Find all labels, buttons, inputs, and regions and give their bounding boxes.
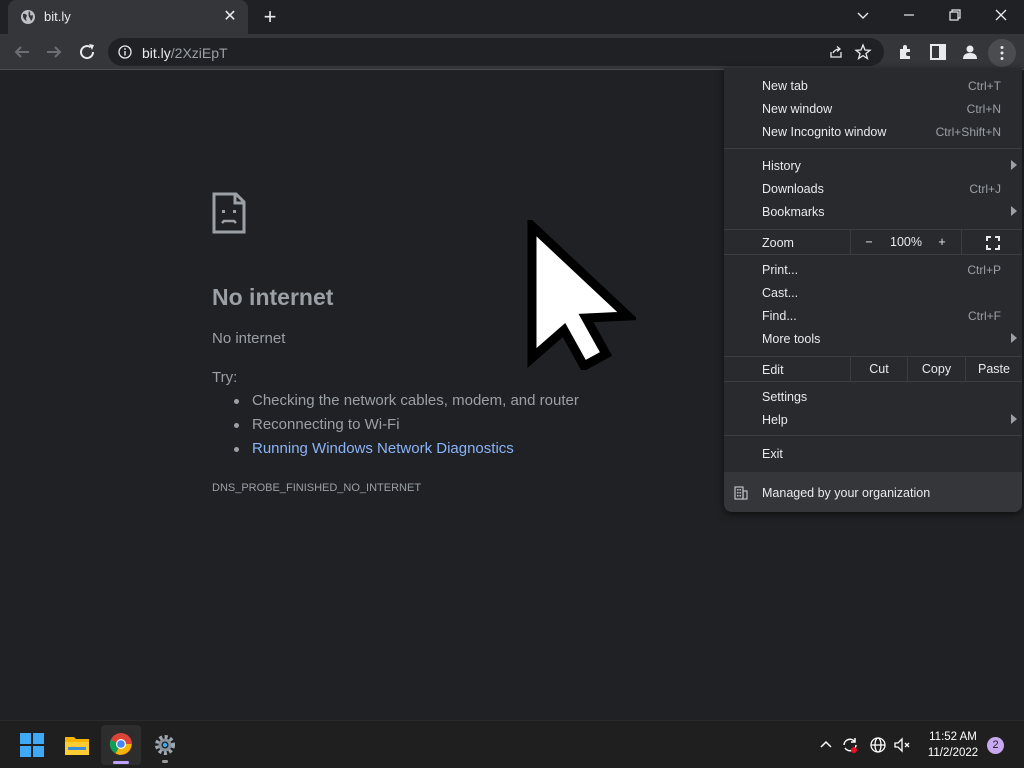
paste-button[interactable]: Paste bbox=[966, 357, 1022, 381]
url-text: bit.ly/2XziEpT bbox=[142, 45, 228, 61]
zoom-label: Zoom bbox=[762, 236, 794, 250]
close-window-icon[interactable] bbox=[978, 0, 1024, 32]
tab-strip: bit.ly ✕ + bbox=[0, 0, 1024, 34]
chrome-menu: New tab Ctrl+T New window Ctrl+N New Incog… bbox=[724, 68, 1022, 512]
suggestion-list: Checking the network cables, modem, and … bbox=[232, 392, 579, 464]
system-clock[interactable]: 11:52 AM 11/2/2022 bbox=[914, 729, 992, 761]
fullscreen-icon[interactable] bbox=[986, 236, 1000, 250]
chevron-right-icon bbox=[1011, 333, 1017, 343]
browser-toolbar: bit.ly/2XziEpT bbox=[0, 34, 1024, 70]
gear-icon bbox=[155, 735, 175, 755]
reload-icon[interactable] bbox=[75, 40, 99, 64]
menu-separator bbox=[724, 435, 1022, 436]
restore-icon[interactable] bbox=[932, 0, 978, 32]
notification-badge[interactable]: 2 bbox=[987, 737, 1004, 754]
menu-button[interactable] bbox=[988, 39, 1016, 67]
speaker-muted-icon[interactable] bbox=[892, 735, 912, 755]
minimize-icon[interactable] bbox=[886, 0, 932, 32]
menu-separator bbox=[724, 148, 1022, 149]
active-indicator bbox=[113, 761, 129, 764]
tab-search-icon[interactable] bbox=[840, 0, 886, 32]
tab-title: bit.ly bbox=[44, 9, 71, 24]
cut-button[interactable]: Cut bbox=[851, 357, 907, 381]
network-diagnostics-link[interactable]: Running Windows Network Diagnostics bbox=[232, 440, 579, 464]
file-explorer-button[interactable] bbox=[57, 725, 97, 765]
try-label: Try: bbox=[212, 369, 238, 386]
folder-icon bbox=[65, 737, 89, 755]
zoom-level: 100% bbox=[890, 235, 922, 249]
clock-time: 11:52 AM bbox=[929, 731, 977, 743]
suggestion-item: Checking the network cables, modem, and … bbox=[232, 392, 579, 416]
info-icon[interactable] bbox=[118, 45, 132, 59]
windows-logo-icon bbox=[20, 733, 44, 757]
chevron-right-icon bbox=[1011, 206, 1017, 216]
menu-item-help[interactable]: Help bbox=[724, 409, 1022, 432]
forward-icon[interactable] bbox=[42, 40, 66, 64]
suggestion-item: Reconnecting to Wi-Fi bbox=[232, 416, 579, 440]
menu-item-print[interactable]: Print... Ctrl+P bbox=[724, 259, 1022, 282]
side-panel-icon[interactable] bbox=[928, 42, 948, 62]
share-icon[interactable] bbox=[828, 44, 844, 60]
network-globe-icon[interactable] bbox=[868, 735, 888, 755]
extensions-icon[interactable] bbox=[896, 42, 916, 62]
sad-page-icon bbox=[212, 192, 246, 234]
menu-item-find[interactable]: Find... Ctrl+F bbox=[724, 305, 1022, 328]
start-button[interactable] bbox=[12, 725, 52, 765]
copy-button[interactable]: Copy bbox=[908, 357, 965, 381]
menu-item-more-tools[interactable]: More tools bbox=[724, 328, 1022, 351]
menu-item-cast[interactable]: Cast... bbox=[724, 282, 1022, 305]
chevron-right-icon bbox=[1011, 160, 1017, 170]
taskbar: 11:52 AM 11/2/2022 2 bbox=[0, 720, 1024, 768]
menu-item-new-tab[interactable]: New tab Ctrl+T bbox=[724, 75, 1022, 98]
edit-row: Edit Cut Copy Paste bbox=[724, 356, 1022, 382]
browser-tab[interactable]: bit.ly ✕ bbox=[8, 0, 248, 34]
building-icon bbox=[734, 486, 748, 500]
chevron-up-icon[interactable] bbox=[816, 735, 836, 755]
back-icon[interactable] bbox=[10, 40, 34, 64]
managed-by-organization[interactable]: Managed by your organization bbox=[724, 472, 1022, 512]
close-tab-icon[interactable]: ✕ bbox=[220, 7, 240, 27]
sync-error-icon[interactable] bbox=[840, 735, 860, 755]
more-vertical-icon bbox=[1000, 46, 1004, 60]
error-code: DNS_PROBE_FINISHED_NO_INTERNET bbox=[212, 482, 422, 494]
zoom-row: Zoom − 100% + bbox=[724, 229, 1022, 255]
menu-item-downloads[interactable]: Downloads Ctrl+J bbox=[724, 178, 1022, 201]
bookmark-star-icon[interactable] bbox=[854, 43, 872, 61]
chevron-right-icon bbox=[1011, 414, 1017, 424]
new-tab-icon[interactable]: + bbox=[258, 6, 282, 30]
menu-item-settings[interactable]: Settings bbox=[724, 386, 1022, 409]
error-title: No internet bbox=[212, 284, 334, 310]
running-indicator bbox=[162, 760, 168, 763]
zoom-out-button[interactable]: − bbox=[856, 230, 882, 254]
mouse-cursor-icon bbox=[527, 220, 636, 370]
chrome-icon bbox=[109, 733, 132, 755]
menu-item-history[interactable]: History bbox=[724, 155, 1022, 178]
chrome-taskbar-button[interactable] bbox=[101, 725, 141, 765]
error-subtitle: No internet bbox=[212, 330, 286, 347]
zoom-in-button[interactable]: + bbox=[930, 230, 954, 254]
settings-taskbar-button[interactable] bbox=[145, 725, 185, 765]
clock-date: 11/2/2022 bbox=[927, 747, 979, 759]
profile-icon[interactable] bbox=[960, 42, 980, 62]
edit-label: Edit bbox=[762, 363, 784, 377]
menu-item-new-window[interactable]: New window Ctrl+N bbox=[724, 98, 1022, 121]
menu-divider bbox=[961, 230, 962, 254]
menu-divider bbox=[850, 230, 851, 254]
menu-item-new-incognito-window[interactable]: New Incognito window Ctrl+Shift+N bbox=[724, 121, 1022, 144]
address-bar[interactable]: bit.ly/2XziEpT bbox=[108, 38, 884, 66]
menu-item-bookmarks[interactable]: Bookmarks bbox=[724, 201, 1022, 224]
globe-icon bbox=[21, 10, 35, 24]
menu-item-exit[interactable]: Exit bbox=[724, 443, 1022, 466]
